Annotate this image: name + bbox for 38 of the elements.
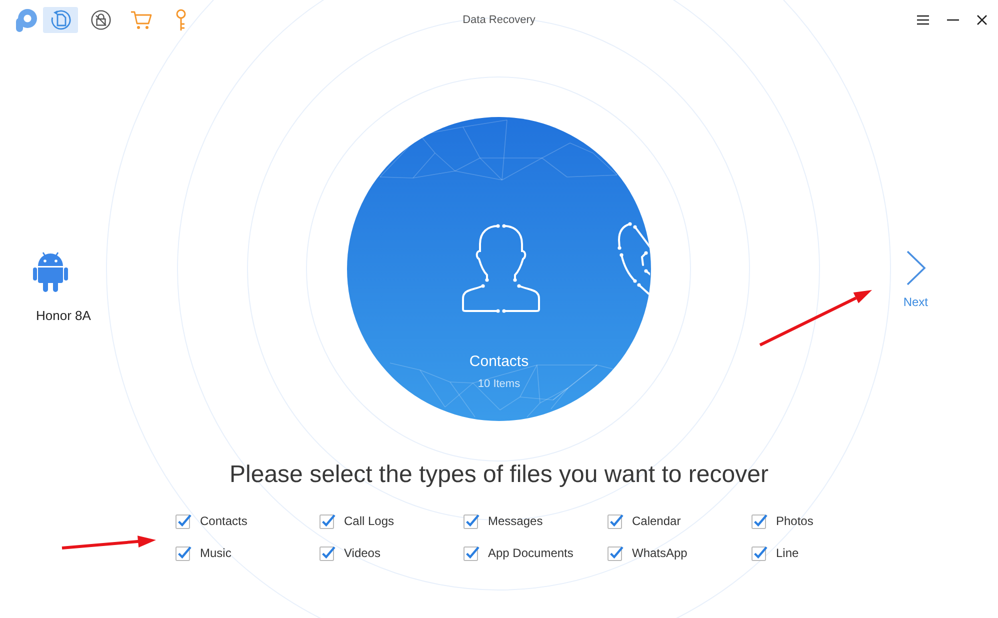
checkbox[interactable] [175,513,192,529]
chevron-right-icon [906,250,926,286]
window-title: Data Recovery [462,14,536,26]
phone-icon [617,222,650,298]
robot-icon [33,250,68,292]
file-type-label: Call Logs [344,514,394,528]
category-title: Contacts [469,352,529,372]
checkbox[interactable] [463,545,480,561]
instruction-heading: Please select the types of files you want to recover [230,461,768,489]
checkbox[interactable] [751,513,768,529]
file-type-label: Contacts [200,514,248,528]
menu-icon[interactable] [917,15,929,25]
lock-slash-icon [90,10,110,30]
logo-icon [15,8,37,32]
file-type-label: Music [200,546,232,560]
checkbox[interactable] [463,513,480,529]
checkbox[interactable] [319,513,336,529]
checkbox[interactable] [175,545,192,561]
file-type-label: Videos [344,546,380,560]
checkbox[interactable] [607,545,624,561]
device-name: Honor 8A [36,308,91,324]
key-icon [174,9,186,31]
checkbox[interactable] [319,545,336,561]
file-type-label: Calendar [632,514,681,528]
close-icon[interactable] [977,15,987,25]
next-button[interactable]: Next [903,250,928,309]
checkbox[interactable] [607,513,624,529]
file-type-label: App Documents [488,546,574,560]
minimize-icon[interactable] [947,19,959,21]
file-type-label: Messages [488,514,543,528]
person-icon [460,224,540,314]
document-refresh-icon [50,9,72,31]
item-count: 10 Items [478,377,520,391]
file-type-label: Photos [776,514,814,528]
checkbox[interactable] [751,545,768,561]
cart-icon [130,10,152,30]
file-type-label: Line [776,546,799,560]
file-type-label: WhatsApp [632,546,688,560]
